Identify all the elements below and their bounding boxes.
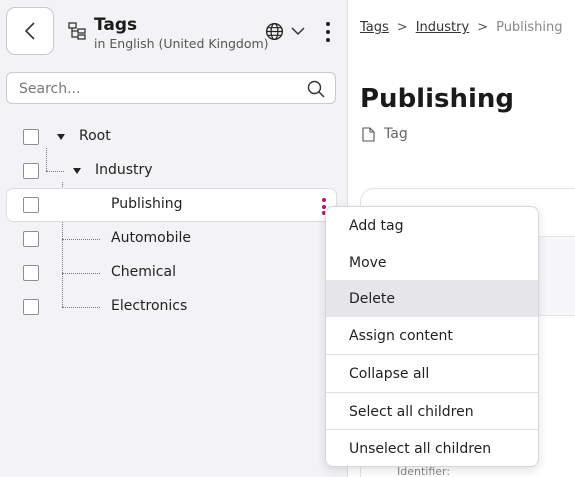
menu-item-collapse-all[interactable]: Collapse all bbox=[326, 355, 538, 392]
checkbox[interactable] bbox=[23, 197, 39, 213]
search-field bbox=[6, 72, 336, 104]
caret-down-icon[interactable] bbox=[57, 134, 65, 140]
document-icon bbox=[362, 127, 375, 142]
menu-item-assign-content[interactable]: Assign content bbox=[326, 317, 538, 354]
page-title: Publishing bbox=[360, 84, 515, 114]
content-type-label: Tag bbox=[384, 126, 408, 142]
chevron-down-icon[interactable] bbox=[290, 24, 306, 38]
breadcrumb-current: Publishing bbox=[496, 20, 563, 35]
breadcrumb-separator: > bbox=[396, 20, 408, 35]
caret-down-icon[interactable] bbox=[73, 168, 81, 174]
context-menu: Add tag Move Delete Assign content Colla… bbox=[325, 206, 539, 467]
breadcrumb: Tags > Industry > Publishing bbox=[360, 20, 563, 35]
tree-node-industry[interactable]: Industry bbox=[6, 154, 337, 188]
checkbox[interactable] bbox=[23, 265, 39, 281]
menu-item-unselect-all-children[interactable]: Unselect all children bbox=[326, 430, 538, 466]
tree-node-chemical[interactable]: Chemical bbox=[6, 256, 337, 290]
breadcrumb-link-industry[interactable]: Industry bbox=[416, 20, 469, 35]
menu-item-delete[interactable]: Delete bbox=[326, 280, 538, 317]
checkbox[interactable] bbox=[23, 163, 39, 179]
tree-node-root[interactable]: Root bbox=[6, 120, 337, 154]
panel-title: Tags bbox=[94, 15, 138, 35]
tag-tree-panel: Tags in English (United Kingdom) Root In… bbox=[0, 0, 348, 477]
breadcrumb-separator: > bbox=[477, 20, 489, 35]
search-input[interactable] bbox=[19, 79, 289, 99]
checkbox[interactable] bbox=[23, 299, 39, 315]
tree-node-label: Industry bbox=[95, 162, 153, 178]
back-button[interactable] bbox=[6, 7, 54, 55]
tree-node-publishing[interactable]: Publishing bbox=[6, 188, 337, 222]
tree-node-label: Chemical bbox=[111, 264, 176, 280]
tree-node-label: Electronics bbox=[111, 298, 188, 314]
menu-item-select-all-children[interactable]: Select all children bbox=[326, 393, 538, 430]
checkbox[interactable] bbox=[23, 129, 39, 145]
menu-item-add-tag[interactable]: Add tag bbox=[326, 207, 538, 244]
tree-node-label: Automobile bbox=[111, 230, 191, 246]
menu-item-move[interactable]: Move bbox=[326, 244, 538, 281]
search-icon[interactable] bbox=[307, 80, 325, 98]
globe-icon[interactable] bbox=[265, 22, 284, 41]
tree-node-label: Publishing bbox=[111, 196, 183, 212]
tree-structure-icon bbox=[68, 22, 86, 40]
panel-more-options-button[interactable] bbox=[322, 22, 334, 42]
chevron-left-icon bbox=[24, 22, 35, 40]
breadcrumb-link-tags[interactable]: Tags bbox=[360, 20, 389, 35]
checkbox[interactable] bbox=[23, 231, 39, 247]
language-subtitle: in English (United Kingdom) bbox=[94, 36, 269, 51]
tree-node-automobile[interactable]: Automobile bbox=[6, 222, 337, 256]
tree-node-electronics[interactable]: Electronics bbox=[6, 290, 337, 324]
tree-node-label: Root bbox=[79, 128, 111, 144]
